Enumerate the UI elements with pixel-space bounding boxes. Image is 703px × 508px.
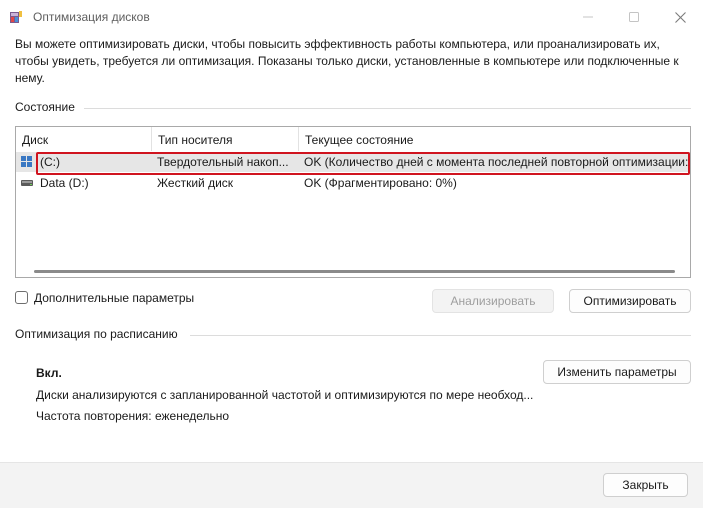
description-text: Вы можете оптимизировать диски, чтобы по…	[15, 37, 679, 85]
title-bar: Оптимизация дисков	[0, 0, 703, 34]
close-window-button[interactable]	[657, 0, 703, 34]
defrag-app-icon	[10, 11, 22, 23]
column-header-media-type[interactable]: Тип носителя	[152, 127, 299, 151]
status-section-divider	[84, 108, 691, 109]
optimize-button[interactable]: Оптимизировать	[569, 289, 691, 313]
close-button[interactable]: Закрыть	[603, 473, 688, 497]
close-icon	[674, 11, 686, 23]
schedule-description: Диски анализируются с запланированной ча…	[36, 388, 534, 402]
drive-media-type: Твердотельный накоп...	[157, 155, 289, 169]
dialog-footer	[0, 462, 703, 508]
schedule-frequency: Частота повторения: еженедельно	[36, 409, 230, 423]
drive-list[interactable]: Диск Тип носителя Текущее состояние (C:)…	[15, 126, 691, 278]
maximize-icon	[629, 12, 639, 22]
schedule-section-divider	[190, 335, 691, 336]
schedule-section-label: Оптимизация по расписанию	[15, 327, 178, 341]
drive-name: Data (D:)	[40, 176, 89, 190]
windows-drive-icon	[21, 156, 32, 167]
column-header-disk[interactable]: Диск	[16, 127, 152, 151]
advanced-options-checkbox[interactable]	[15, 291, 28, 304]
drive-media-type: Жесткий диск	[157, 176, 234, 190]
drive-current-state: OK (Количество дней с момента последней …	[304, 155, 690, 169]
drive-current-state: OK (Фрагментировано: 0%)	[304, 176, 457, 190]
window-title: Оптимизация дисков	[33, 10, 150, 24]
drive-row-d[interactable]: Data (D:) Жесткий диск OK (Фрагментирова…	[16, 173, 690, 193]
horizontal-scrollbar-thumb[interactable]	[34, 270, 675, 273]
status-section-label: Состояние	[15, 100, 75, 114]
analyze-button[interactable]: Анализировать	[432, 289, 554, 313]
minimize-icon	[583, 16, 593, 18]
drive-name: (C:)	[40, 155, 60, 169]
minimize-button[interactable]	[565, 0, 611, 34]
drive-row-c[interactable]: (C:) Твердотельный накоп... OK (Количест…	[16, 152, 690, 172]
maximize-button[interactable]	[611, 0, 657, 34]
advanced-options-label[interactable]: Дополнительные параметры	[34, 291, 194, 305]
column-header-current-state[interactable]: Текущее состояние	[299, 127, 690, 151]
schedule-status: Вкл.	[36, 366, 62, 380]
change-settings-button[interactable]: Изменить параметры	[543, 360, 691, 384]
hard-drive-icon	[21, 180, 33, 186]
drive-list-header: Диск Тип носителя Текущее состояние	[16, 127, 690, 151]
horizontal-scrollbar[interactable]	[16, 265, 690, 277]
